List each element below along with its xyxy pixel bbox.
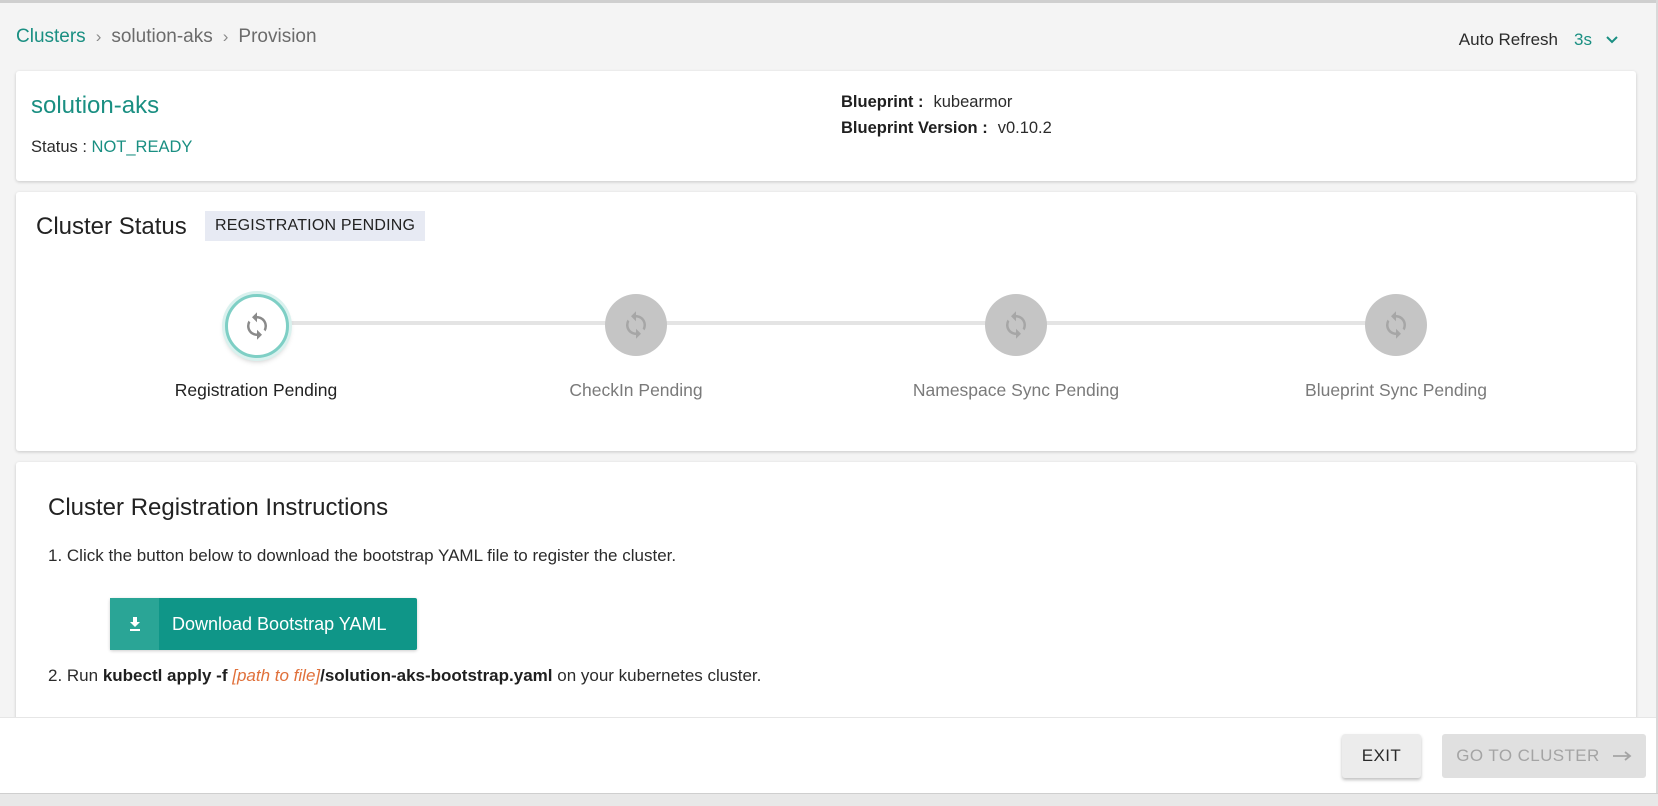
step-label-registration: Registration Pending — [174, 380, 338, 400]
status-label: Status : — [31, 138, 92, 156]
status-badge: REGISTRATION PENDING — [205, 211, 426, 241]
refresh-icon — [1386, 311, 1406, 339]
refresh-icon — [247, 312, 267, 340]
step2-prefix: 2. Run — [48, 666, 103, 685]
blueprint-label: Blueprint : — [841, 93, 924, 111]
breadcrumb-separator: › — [95, 27, 102, 46]
refresh-icon — [1006, 311, 1026, 339]
cluster-status-line: Status : NOT_READY — [31, 138, 192, 157]
path-placeholder: [path to file] — [232, 666, 321, 685]
download-bootstrap-label: Download Bootstrap YAML — [172, 613, 387, 634]
stepper-track — [256, 321, 1396, 325]
blueprint-version-line: Blueprint Version : v0.10.2 — [841, 119, 1052, 138]
step-label-blueprint: Blueprint Sync Pending — [1305, 380, 1487, 400]
blueprint-version-value: v0.10.2 — [997, 119, 1052, 137]
download-icon — [110, 598, 159, 650]
auto-refresh: Auto Refresh 3s — [1459, 30, 1618, 50]
exit-button[interactable]: EXIT — [1342, 734, 1421, 778]
kubectl-command: kubectl apply -f — [102, 666, 233, 685]
go-to-cluster-label: GO TO CLUSTER — [1456, 746, 1600, 765]
breadcrumb-separator: › — [222, 27, 229, 46]
instructions-title: Cluster Registration Instructions — [48, 494, 389, 521]
cluster-info-card: solution-aks Status : NOT_READY Blueprin… — [16, 71, 1636, 181]
blueprint-value: kubearmor — [933, 93, 1013, 111]
breadcrumb: Clusters › solution-aks › Provision — [16, 26, 317, 48]
step-registration-icon-wrap — [225, 294, 289, 358]
auto-refresh-select[interactable]: 3s — [1574, 30, 1618, 50]
download-bootstrap-button[interactable]: Download Bootstrap YAML — [110, 598, 417, 650]
top-border — [0, 0, 1658, 3]
cluster-name: solution-aks — [31, 92, 160, 119]
step2-suffix: on your kubernetes cluster. — [557, 666, 762, 685]
breadcrumb-current: Provision — [238, 26, 317, 47]
arrow-right-icon — [1612, 751, 1632, 761]
cluster-status-card: Cluster Status REGISTRATION PENDING Regi… — [16, 192, 1636, 451]
bootstrap-filename: /solution-aks-bootstrap.yaml — [320, 666, 553, 685]
registration-instructions-card: Cluster Registration Instructions 1. Cli… — [16, 462, 1636, 742]
auto-refresh-value: 3s — [1574, 30, 1592, 49]
footer-bar: EXIT GO TO CLUSTER — [0, 717, 1656, 794]
cluster-status-title: Cluster Status — [36, 213, 187, 240]
blueprint-version-label: Blueprint Version : — [841, 119, 988, 137]
breadcrumb-clusters[interactable]: Clusters — [16, 26, 86, 48]
bottom-strip — [0, 793, 1658, 806]
step-checkin-icon-wrap — [605, 294, 667, 356]
auto-refresh-label: Auto Refresh — [1458, 30, 1559, 49]
step-namespace-icon-wrap — [985, 294, 1047, 356]
instruction-step-2: 2. Run kubectl apply -f [path to file]/s… — [48, 666, 761, 686]
instruction-step-1: 1. Click the button below to download th… — [48, 546, 677, 565]
breadcrumb-cluster: solution-aks — [111, 26, 213, 47]
step-label-checkin: CheckIn Pending — [569, 380, 703, 400]
blueprint-line: Blueprint : kubearmor — [841, 93, 1012, 112]
status-value: NOT_READY — [91, 138, 193, 156]
step-label-namespace: Namespace Sync Pending — [912, 380, 1120, 400]
refresh-icon — [626, 311, 646, 339]
chevron-down-icon — [1606, 36, 1618, 44]
download-icon-glyph — [129, 617, 140, 631]
step-blueprint-icon-wrap — [1365, 294, 1427, 356]
go-to-cluster-button[interactable]: GO TO CLUSTER — [1442, 734, 1646, 778]
